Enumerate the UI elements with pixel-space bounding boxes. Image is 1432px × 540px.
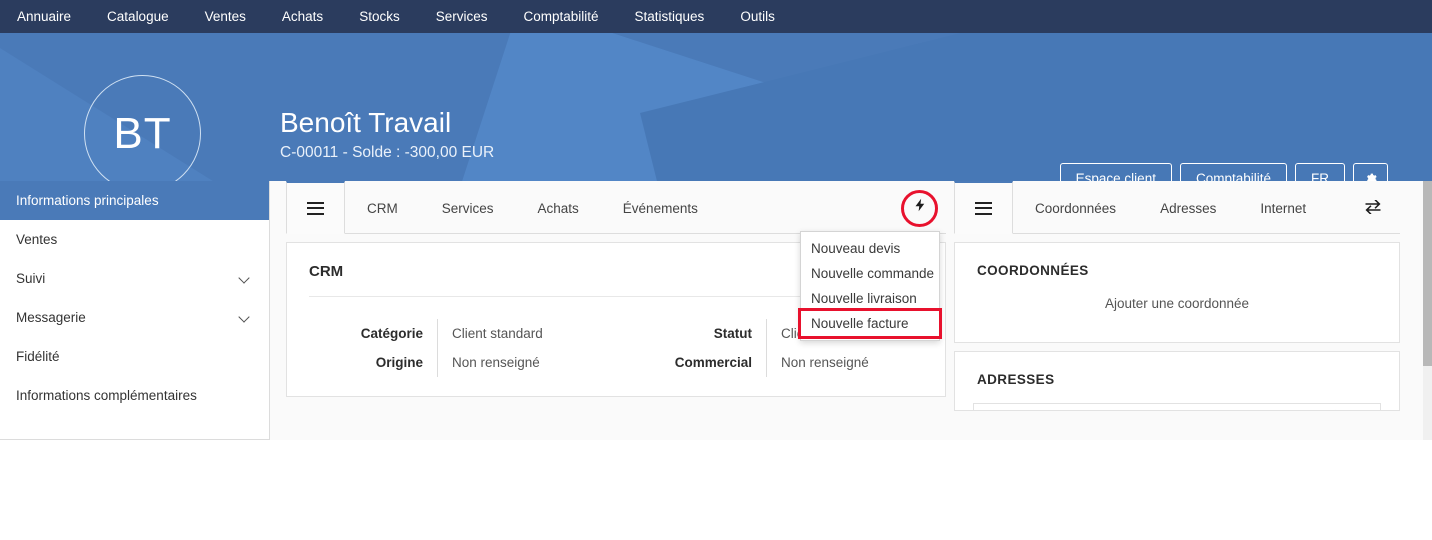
sidebar-item-suivi[interactable]: Suivi <box>0 259 269 298</box>
topnav-item-stocks[interactable]: Stocks <box>341 0 418 33</box>
menu-item-nouvelle-facture[interactable]: Nouvelle facture <box>798 308 942 339</box>
crm-field-value: Non renseigné <box>452 355 540 370</box>
sidebar-item-label: Fidélité <box>16 349 60 364</box>
hamburger-icon <box>307 201 324 215</box>
tab-crm[interactable]: CRM <box>345 181 420 233</box>
header-actions: Espace client Comptabilité FR <box>1059 163 1388 181</box>
sidebar-item-label: Informations complémentaires <box>16 388 197 403</box>
topnav-item-ventes[interactable]: Ventes <box>187 0 264 33</box>
topnav-item-outils[interactable]: Outils <box>722 0 793 33</box>
tabstrip-spacer <box>720 181 895 233</box>
crm-field-label: Origine <box>375 355 423 370</box>
sidebar-item-label: Informations principales <box>16 193 159 208</box>
pin-icon[interactable] <box>1330 407 1341 410</box>
customer-header: BT Benoît Travail C-00011 - Solde : -300… <box>0 33 1432 181</box>
crm-field-categorie: Catégorie Client standard <box>287 319 616 348</box>
customer-name: Benoît Travail <box>280 107 452 138</box>
tab-evenements[interactable]: Événements <box>601 181 720 233</box>
sidebar-item-label: Ventes <box>16 232 58 247</box>
menu-item-nouveau-devis[interactable]: Nouveau devis <box>801 236 939 261</box>
topnav-item-statistiques[interactable]: Statistiques <box>617 0 723 33</box>
crm-field-label: Commercial <box>674 355 752 370</box>
top-navigation-bar: Annuaire Catalogue Ventes Achats Stocks … <box>0 0 1432 33</box>
topnav-item-comptabilite[interactable]: Comptabilité <box>505 0 616 33</box>
quick-actions-button[interactable] <box>895 181 946 233</box>
sidebar-item-ventes[interactable]: Ventes <box>0 220 269 259</box>
sidebar-item-label: Suivi <box>16 271 46 286</box>
scrollbar-thumb[interactable] <box>1423 181 1432 366</box>
coordonnees-card: COORDONNÉES Ajouter une coordonnée <box>954 242 1400 343</box>
crm-field-label: Statut <box>713 326 752 341</box>
crm-field-origine: Origine Non renseigné <box>287 348 616 377</box>
sidebar-item-label: Messagerie <box>16 310 86 325</box>
avatar: BT <box>84 75 201 181</box>
crm-field-label: Catégorie <box>360 326 423 341</box>
menu-item-nouvelle-commande[interactable]: Nouvelle commande <box>801 261 939 286</box>
address-row-label: Adresse principale <box>986 408 1102 410</box>
tab-internet[interactable]: Internet <box>1238 181 1328 233</box>
settings-button[interactable] <box>1353 163 1388 181</box>
coordonnees-card-title: COORDONNÉES <box>977 263 1089 278</box>
sidebar-item-informations-principales[interactable]: Informations principales <box>0 181 269 220</box>
add-coordonnee-link[interactable]: Ajouter une coordonnée <box>955 294 1399 311</box>
tab-achats[interactable]: Achats <box>516 181 601 233</box>
language-button-fr[interactable]: FR <box>1295 163 1345 181</box>
topnav-item-annuaire[interactable]: Annuaire <box>0 0 89 33</box>
chevron-down-icon <box>240 312 251 323</box>
vertical-scrollbar[interactable] <box>1423 181 1432 440</box>
sidebar-item-informations-complementaires[interactable]: Informations complémentaires <box>0 376 269 415</box>
right-panel: Coordonnées Adresses Internet COORDONNÉE… <box>954 181 1400 411</box>
chevron-up-icon[interactable] <box>1355 407 1368 411</box>
tab-adresses[interactable]: Adresses <box>1138 181 1238 233</box>
menu-item-nouvelle-livraison[interactable]: Nouvelle livraison <box>801 286 939 311</box>
topnav-item-services[interactable]: Services <box>418 0 506 33</box>
chevron-down-icon <box>240 273 251 284</box>
tab-menu-left[interactable] <box>286 181 345 234</box>
list-item[interactable]: Adresse principale <box>973 403 1381 411</box>
quick-actions-dropdown: Nouveau devis Nouvelle commande Nouvelle… <box>798 231 942 341</box>
lightning-bolt-icon <box>913 196 928 219</box>
sidebar-item-messagerie[interactable]: Messagerie <box>0 298 269 337</box>
application-window: Annuaire Catalogue Ventes Achats Stocks … <box>0 0 1432 540</box>
tab-services[interactable]: Services <box>420 181 516 233</box>
topnav-item-achats[interactable]: Achats <box>264 0 341 33</box>
crm-field-value: Client standard <box>452 326 543 341</box>
espace-client-button[interactable]: Espace client <box>1059 163 1172 181</box>
right-panel-tabstrip: Coordonnées Adresses Internet <box>954 181 1400 234</box>
tab-menu-right[interactable] <box>954 181 1013 234</box>
customer-subtitle: C-00011 - Solde : -300,00 EUR <box>280 144 495 161</box>
crm-column-left: Catégorie Client standard Origine Non re… <box>287 319 616 377</box>
adresses-card: ADRESSES Adresse principale <box>954 351 1400 411</box>
left-panel-tabstrip: CRM Services Achats Événements <box>286 181 946 234</box>
swap-panel-button[interactable] <box>1346 181 1400 233</box>
hamburger-icon <box>975 201 992 215</box>
swap-arrows-icon <box>1364 199 1382 215</box>
gear-icon <box>1364 172 1377 181</box>
crm-field-value: Non renseigné <box>781 355 869 370</box>
comptabilite-button[interactable]: Comptabilité <box>1179 163 1287 181</box>
content-area: Informations principales Ventes Suivi Me… <box>0 181 1432 440</box>
crm-field-commercial: Commercial Non renseigné <box>616 348 945 377</box>
topnav-item-catalogue[interactable]: Catalogue <box>89 0 187 33</box>
sidebar-item-fidelite[interactable]: Fidélité <box>0 337 269 376</box>
tabstrip-spacer <box>1328 181 1346 233</box>
sidebar: Informations principales Ventes Suivi Me… <box>0 181 270 440</box>
adresses-card-title: ADRESSES <box>977 372 1055 387</box>
tab-coordonnees[interactable]: Coordonnées <box>1013 181 1138 233</box>
avatar-initials: BT <box>113 108 172 158</box>
address-row-actions <box>1330 407 1368 411</box>
